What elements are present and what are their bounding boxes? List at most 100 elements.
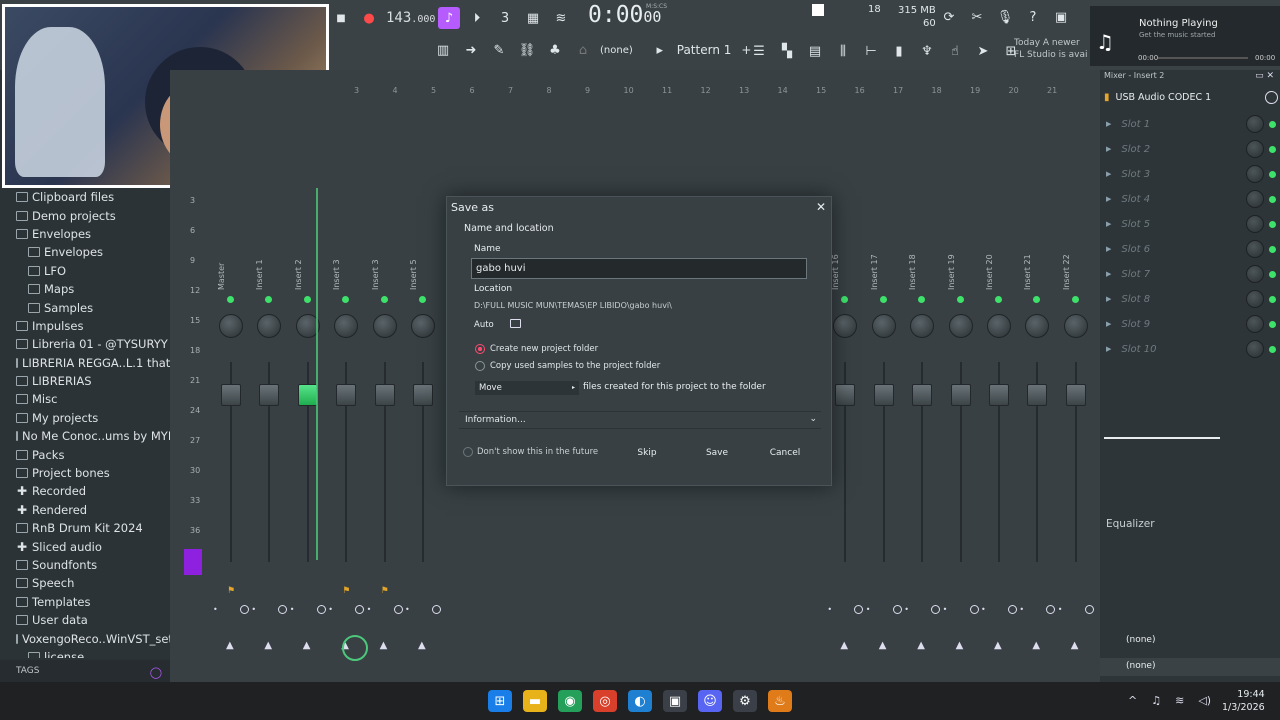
browser-item[interactable]: license (0, 648, 170, 658)
browser-item[interactable]: Demo projects (0, 206, 170, 224)
piano-icon[interactable]: ▥ (432, 39, 454, 61)
dot-icon[interactable]: • (290, 605, 295, 614)
mixer-track[interactable]: Insert 21 • ▲ (1019, 100, 1056, 660)
pan-knob[interactable] (334, 314, 359, 338)
touch-icon[interactable]: ☝ (944, 40, 966, 62)
clock[interactable]: 19:44 1/3/2026 (1222, 688, 1265, 714)
record-arm-icon[interactable] (355, 605, 365, 614)
volume-fader[interactable] (989, 384, 1009, 406)
dot-icon[interactable]: • (405, 605, 410, 614)
send-arrow-icon[interactable]: ▲ (994, 640, 1002, 651)
auto-button[interactable]: Auto (474, 320, 494, 330)
track-enable-led[interactable] (227, 296, 234, 303)
browser-item[interactable]: Project bones (0, 464, 170, 482)
effect-slot[interactable]: ▶ Slot 10 (1106, 338, 1278, 360)
browser-item[interactable]: Templates (0, 593, 170, 611)
help-icon[interactable]: ? (1022, 6, 1044, 28)
pattern-select[interactable]: Pattern 1 + (677, 43, 752, 57)
pan-knob[interactable] (219, 314, 243, 338)
pan-knob[interactable] (1025, 314, 1050, 338)
browser-item[interactable]: RnB Drum Kit 2024 (0, 519, 170, 537)
mixer-track[interactable]: Insert 3 ⚑ • ▲ (328, 100, 365, 660)
tools-icon[interactable]: ✂ (966, 6, 988, 28)
dot-icon[interactable]: • (1019, 605, 1024, 614)
effect-slot[interactable]: ▶ Slot 7 (1106, 263, 1278, 285)
route-icon[interactable] (1033, 586, 1041, 594)
app-icon[interactable]: ◉ (558, 690, 582, 712)
dot-icon[interactable]: • (981, 605, 986, 614)
play-pattern-icon[interactable]: ▸ (649, 39, 671, 61)
send-arrow-icon[interactable]: ▲ (840, 640, 848, 651)
pan-knob[interactable] (871, 314, 896, 338)
close-icon[interactable]: ▭ ✕ (1255, 71, 1274, 81)
pan-knob[interactable] (257, 314, 282, 338)
windows-start-icon[interactable]: ⊞ (488, 690, 512, 712)
track-enable-led[interactable] (265, 296, 273, 303)
volume-fader[interactable] (912, 384, 933, 406)
track-enable-led[interactable] (956, 296, 964, 303)
browser-item[interactable]: My projects (0, 409, 170, 427)
link-icon[interactable]: ⛓ (516, 39, 538, 61)
send-arrow-icon[interactable]: ▲ (418, 640, 426, 651)
mixer-track[interactable]: Insert 3 ⚑ • ▲ (367, 100, 403, 660)
browser-item[interactable]: LFO (0, 262, 170, 280)
copy-samples-radio[interactable]: Copy used samples to the project folder (475, 361, 660, 371)
mixer-track[interactable]: Insert 22 • ▲ (1058, 100, 1094, 660)
route-icon[interactable] (419, 586, 427, 594)
browser-item[interactable]: Soundfonts (0, 556, 170, 574)
track-enable-led[interactable] (342, 296, 350, 303)
record-arm-icon[interactable] (278, 605, 288, 614)
track-enable-led[interactable] (380, 296, 388, 303)
dot-icon[interactable]: • (827, 605, 832, 614)
record-arm-icon[interactable] (892, 605, 902, 614)
volume-fader[interactable] (413, 384, 433, 406)
browser-item[interactable]: LIBRERIA REGGA..L.1 thatboy r (0, 354, 170, 372)
track-enable-led[interactable] (419, 296, 426, 303)
send-arrow-icon[interactable]: ▲ (380, 640, 388, 651)
pan-knob[interactable] (1063, 314, 1088, 338)
metronome-icon[interactable]: ♪ (438, 7, 460, 29)
volume-fader[interactable] (336, 384, 357, 406)
track-enable-led[interactable] (995, 296, 1002, 303)
browser-item[interactable]: Speech (0, 574, 170, 592)
store-icon[interactable]: ▣ (663, 690, 687, 712)
send-arrow-icon[interactable]: ▲ (264, 640, 272, 651)
lock-icon[interactable]: ⌂ (572, 39, 594, 61)
dot-icon[interactable]: • (943, 605, 948, 614)
effect-slot[interactable]: ▶ Slot 2 (1106, 138, 1278, 160)
stop-button[interactable]: ■ (330, 7, 352, 29)
mix-knob[interactable] (1246, 315, 1264, 333)
mixer-track[interactable]: Insert 17 • ▲ (866, 100, 902, 660)
browser-item[interactable]: Misc (0, 390, 170, 408)
snap-select[interactable]: (none) (600, 45, 633, 56)
close-icon[interactable]: ✕ (816, 200, 826, 214)
track-enable-led[interactable] (841, 296, 849, 303)
record-arm-icon[interactable] (240, 605, 249, 614)
mixer-track[interactable]: Insert 2 • ▲ (290, 100, 326, 660)
route-icon[interactable] (995, 586, 1003, 594)
name-input[interactable] (471, 258, 807, 279)
save-button[interactable]: Save (701, 444, 733, 462)
slot-enable-led[interactable] (1269, 345, 1276, 353)
browser-item[interactable]: Packs (0, 445, 170, 463)
volume-fader[interactable] (873, 384, 894, 406)
browser-item[interactable]: Envelopes (0, 225, 170, 243)
route-icon[interactable] (918, 586, 926, 594)
track-enable-led[interactable] (1033, 296, 1041, 303)
browser-item[interactable]: Envelopes (0, 243, 170, 261)
record-button[interactable]: ● (358, 7, 380, 29)
plugin-icon[interactable]: ♆ (916, 40, 938, 62)
effect-slot[interactable]: ▶ Slot 9 (1106, 313, 1278, 335)
route-icon[interactable] (304, 586, 312, 594)
volume-fader[interactable] (221, 384, 241, 406)
browser-item[interactable]: Maps (0, 280, 170, 298)
mixer-track[interactable]: Insert 5 • ▲ (405, 100, 441, 660)
browser-icon[interactable]: ⊢ (860, 40, 882, 62)
news-ticker[interactable]: Today A newer FL Studio is avai (1014, 37, 1094, 61)
browser-item[interactable]: User data (0, 611, 170, 629)
media-progress[interactable] (1158, 57, 1248, 59)
browser-item[interactable]: Samples (0, 298, 170, 316)
fl-studio-icon[interactable]: ♨ (768, 690, 792, 712)
skip-button[interactable]: Skip (631, 444, 663, 462)
slot-enable-led[interactable] (1269, 320, 1276, 328)
